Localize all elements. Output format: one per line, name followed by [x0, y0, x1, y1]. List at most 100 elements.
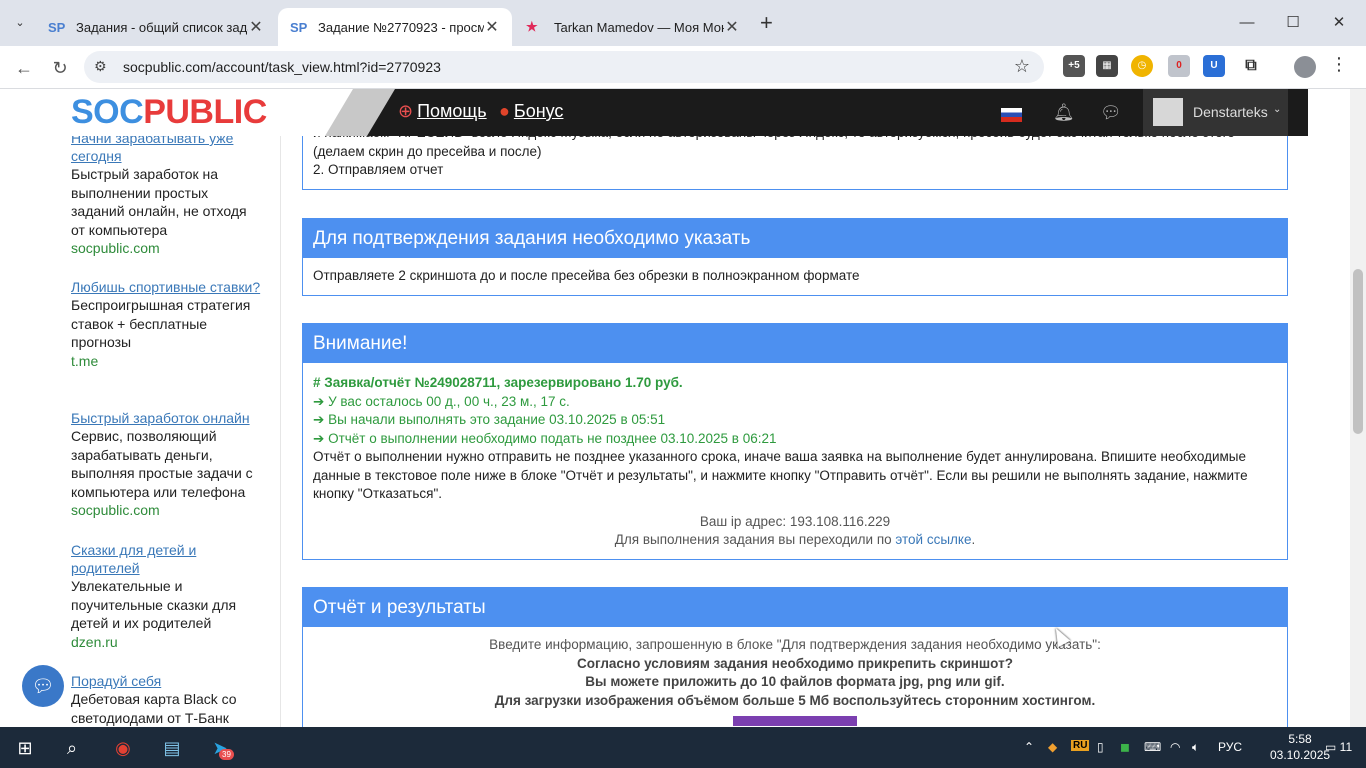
close-icon[interactable]: ✕: [484, 17, 500, 37]
profile-avatar[interactable]: [1294, 56, 1316, 78]
tab-title: Задание №2770923 - просмот: [318, 19, 484, 35]
support-chat-icon[interactable]: 💬︎: [22, 665, 64, 707]
ad-title-link[interactable]: Быстрый заработок онлайн: [71, 409, 261, 427]
ad-block[interactable]: Порадуй себя Дебетовая карта Black со св…: [71, 672, 261, 727]
notepad-icon[interactable]: ▤: [159, 735, 185, 761]
chrome-icon[interactable]: ◉: [110, 735, 136, 761]
lifebuoy-icon: ⊕: [398, 101, 414, 121]
notifications-icon[interactable]: ▭ 11: [1325, 740, 1352, 754]
qr-code-icon[interactable]: ▦: [1096, 55, 1118, 77]
results-hosting: Для загрузки изображения объёмом больше …: [494, 692, 1096, 708]
socpublic-favicon-icon: SP: [48, 19, 66, 35]
bookmark-star-icon[interactable]: ☆: [1014, 56, 1030, 77]
arrow-right-icon: ➔: [313, 412, 329, 427]
battery-icon[interactable]: ▯: [1097, 740, 1104, 754]
ad-block[interactable]: Любишь спортивные ставки? Беспроигрышная…: [71, 278, 261, 371]
panel-title: Для подтверждения задания необходимо ука…: [303, 219, 1287, 258]
ad-block[interactable]: Начни зарабатывать уже сегодня Быстрый з…: [71, 129, 261, 258]
tab-search-icon[interactable]: ⌄: [8, 12, 32, 34]
ad-text: Быстрый заработок на выполнении простых …: [71, 166, 247, 238]
security-icon[interactable]: ◼: [1120, 740, 1130, 754]
puzzle-extensions-icon[interactable]: ⧉: [1240, 55, 1262, 77]
search-icon[interactable]: ⌕: [59, 735, 85, 761]
url-text: socpublic.com/account/task_view.html?id=…: [123, 59, 441, 75]
bell-icon[interactable]: 🔔︎: [1053, 103, 1075, 123]
hash-icon: #: [313, 375, 325, 390]
ad-title-link[interactable]: Сказки для детей и родителей: [71, 541, 261, 577]
ad-title-link[interactable]: Любишь спортивные ставки?: [71, 278, 261, 296]
avatar: [1153, 98, 1183, 126]
chevron-down-icon: ⌄: [1273, 104, 1282, 115]
arrow-right-icon: ➔: [313, 430, 329, 446]
tab-title: Задания - общий список зада: [76, 19, 248, 35]
socpublic-logo[interactable]: SOCPUBLIC: [71, 93, 267, 132]
russian-flag-icon[interactable]: [1001, 108, 1022, 122]
network-icon[interactable]: ⌨: [1144, 740, 1161, 754]
panel-title: Внимание!: [303, 324, 1287, 363]
sp-extension-icon[interactable]: 0: [1168, 55, 1190, 77]
clock[interactable]: 5:58 03.10.2025: [1270, 731, 1330, 763]
ad-block[interactable]: Сказки для детей и родителей Увлекательн…: [71, 541, 261, 652]
close-window-button[interactable]: ✕: [1316, 10, 1362, 36]
tab-task-view[interactable]: SP Задание №2770923 - просмот ✕: [278, 8, 512, 46]
bonus-link[interactable]: ● Бонус: [499, 101, 563, 122]
deadline: ➔ Отчёт о выполнении необходимо подать н…: [313, 430, 777, 446]
maximize-button[interactable]: ☐: [1270, 10, 1316, 36]
tab-tasks-list[interactable]: SP Задания - общий список зада ✕: [36, 8, 276, 46]
ad-text: Беспроигрышная стратегия ставок + беспла…: [71, 297, 251, 350]
attention-panel: Внимание! # Заявка/отчёт №249028711, зар…: [302, 323, 1288, 560]
ad-domain[interactable]: socpublic.com: [71, 501, 261, 520]
instructions-line: 2. Отправляем отчет: [313, 162, 444, 177]
chat-icon[interactable]: 💬︎: [1100, 103, 1122, 123]
minimize-button[interactable]: —: [1224, 10, 1270, 36]
language-indicator[interactable]: РУС: [1218, 740, 1242, 754]
results-files: Вы можете приложить до 10 файлов формата…: [585, 674, 1005, 689]
ad-title-link[interactable]: Порадуй себя: [71, 672, 261, 690]
web-page: Начни зарабатывать уже сегодня Быстрый з…: [0, 89, 1350, 727]
confirm-text: Отправляете 2 скриншота до и после пресе…: [313, 268, 860, 283]
wifi-icon[interactable]: ◠: [1170, 740, 1180, 754]
site-info-icon[interactable]: ⚙: [94, 58, 107, 75]
user-menu[interactable]: Denstarteks ⌄: [1143, 89, 1288, 136]
ad-domain[interactable]: dzen.ru: [71, 633, 261, 652]
username: Denstarteks: [1193, 104, 1268, 120]
ad-domain[interactable]: socpublic.com: [71, 239, 261, 258]
time: 5:58: [1288, 732, 1312, 746]
back-button[interactable]: ←: [10, 54, 38, 82]
apple-icon: ●: [499, 101, 510, 121]
results-question: Согласно условиям задания необходимо при…: [577, 655, 1013, 671]
ad-domain[interactable]: t.me: [71, 352, 261, 371]
extension-counter-icon[interactable]: +5: [1063, 55, 1085, 77]
windows-taskbar: ⊞ ⌕ ◉ ▤ ➤ 39 ⌃ ◆ RU ▯ ◼ ⌨ ◠ 🔈︎ РУС 5:58 …: [0, 727, 1366, 768]
date: 03.10.2025: [1270, 748, 1331, 762]
tab-music[interactable]: ★ Tarkan Mamedov — Моя Мона ✕: [514, 8, 752, 46]
upload-button[interactable]: [733, 716, 857, 726]
task-link[interactable]: этой ссылке: [895, 532, 971, 547]
volume-icon[interactable]: 🔈︎: [1192, 740, 1199, 755]
followed-link-line: Для выполнения задания вы переходили по …: [614, 532, 976, 547]
page-scrollbar[interactable]: [1350, 89, 1366, 727]
instructions-line: (делаем скрин до пресейва и после): [313, 143, 542, 159]
windows-start-icon[interactable]: ⊞: [12, 735, 38, 761]
shield-extension-icon[interactable]: U: [1203, 55, 1225, 77]
results-panel: Отчёт и результаты Введите информацию, з…: [302, 587, 1288, 727]
close-icon[interactable]: ✕: [724, 17, 740, 37]
ad-text: Дебетовая карта Black со светодиодами от…: [71, 691, 237, 726]
scrollbar-thumb[interactable]: [1353, 269, 1363, 434]
ad-block[interactable]: Быстрый заработок онлайн Сервис, позволя…: [71, 409, 261, 520]
confirm-panel: Для подтверждения задания необходимо ука…: [302, 218, 1288, 296]
new-tab-button[interactable]: +: [760, 10, 780, 36]
menu-kebab-icon[interactable]: ⋮: [1330, 54, 1348, 75]
timer-extension-icon[interactable]: ◷: [1131, 55, 1153, 77]
tray-app-icon[interactable]: ◆: [1048, 740, 1057, 754]
chevron-up-icon[interactable]: ⌃: [1024, 740, 1034, 754]
browser-tab-bar: ⌄ SP Задания - общий список зада ✕ SP За…: [0, 0, 1366, 46]
telegram-badge: 39: [219, 749, 234, 760]
close-icon[interactable]: ✕: [248, 17, 264, 37]
browser-toolbar: ← ↻ ⚙ socpublic.com/account/task_view.ht…: [0, 46, 1366, 89]
ru-keyboard-icon[interactable]: RU: [1071, 740, 1090, 751]
help-link[interactable]: ⊕ Помощь: [398, 101, 487, 122]
time-left: ➔ У вас осталось 00 д., 00 ч., 23 м., 17…: [313, 393, 570, 409]
reload-button[interactable]: ↻: [46, 54, 74, 82]
address-bar[interactable]: ⚙ socpublic.com/account/task_view.html?i…: [84, 51, 1044, 83]
